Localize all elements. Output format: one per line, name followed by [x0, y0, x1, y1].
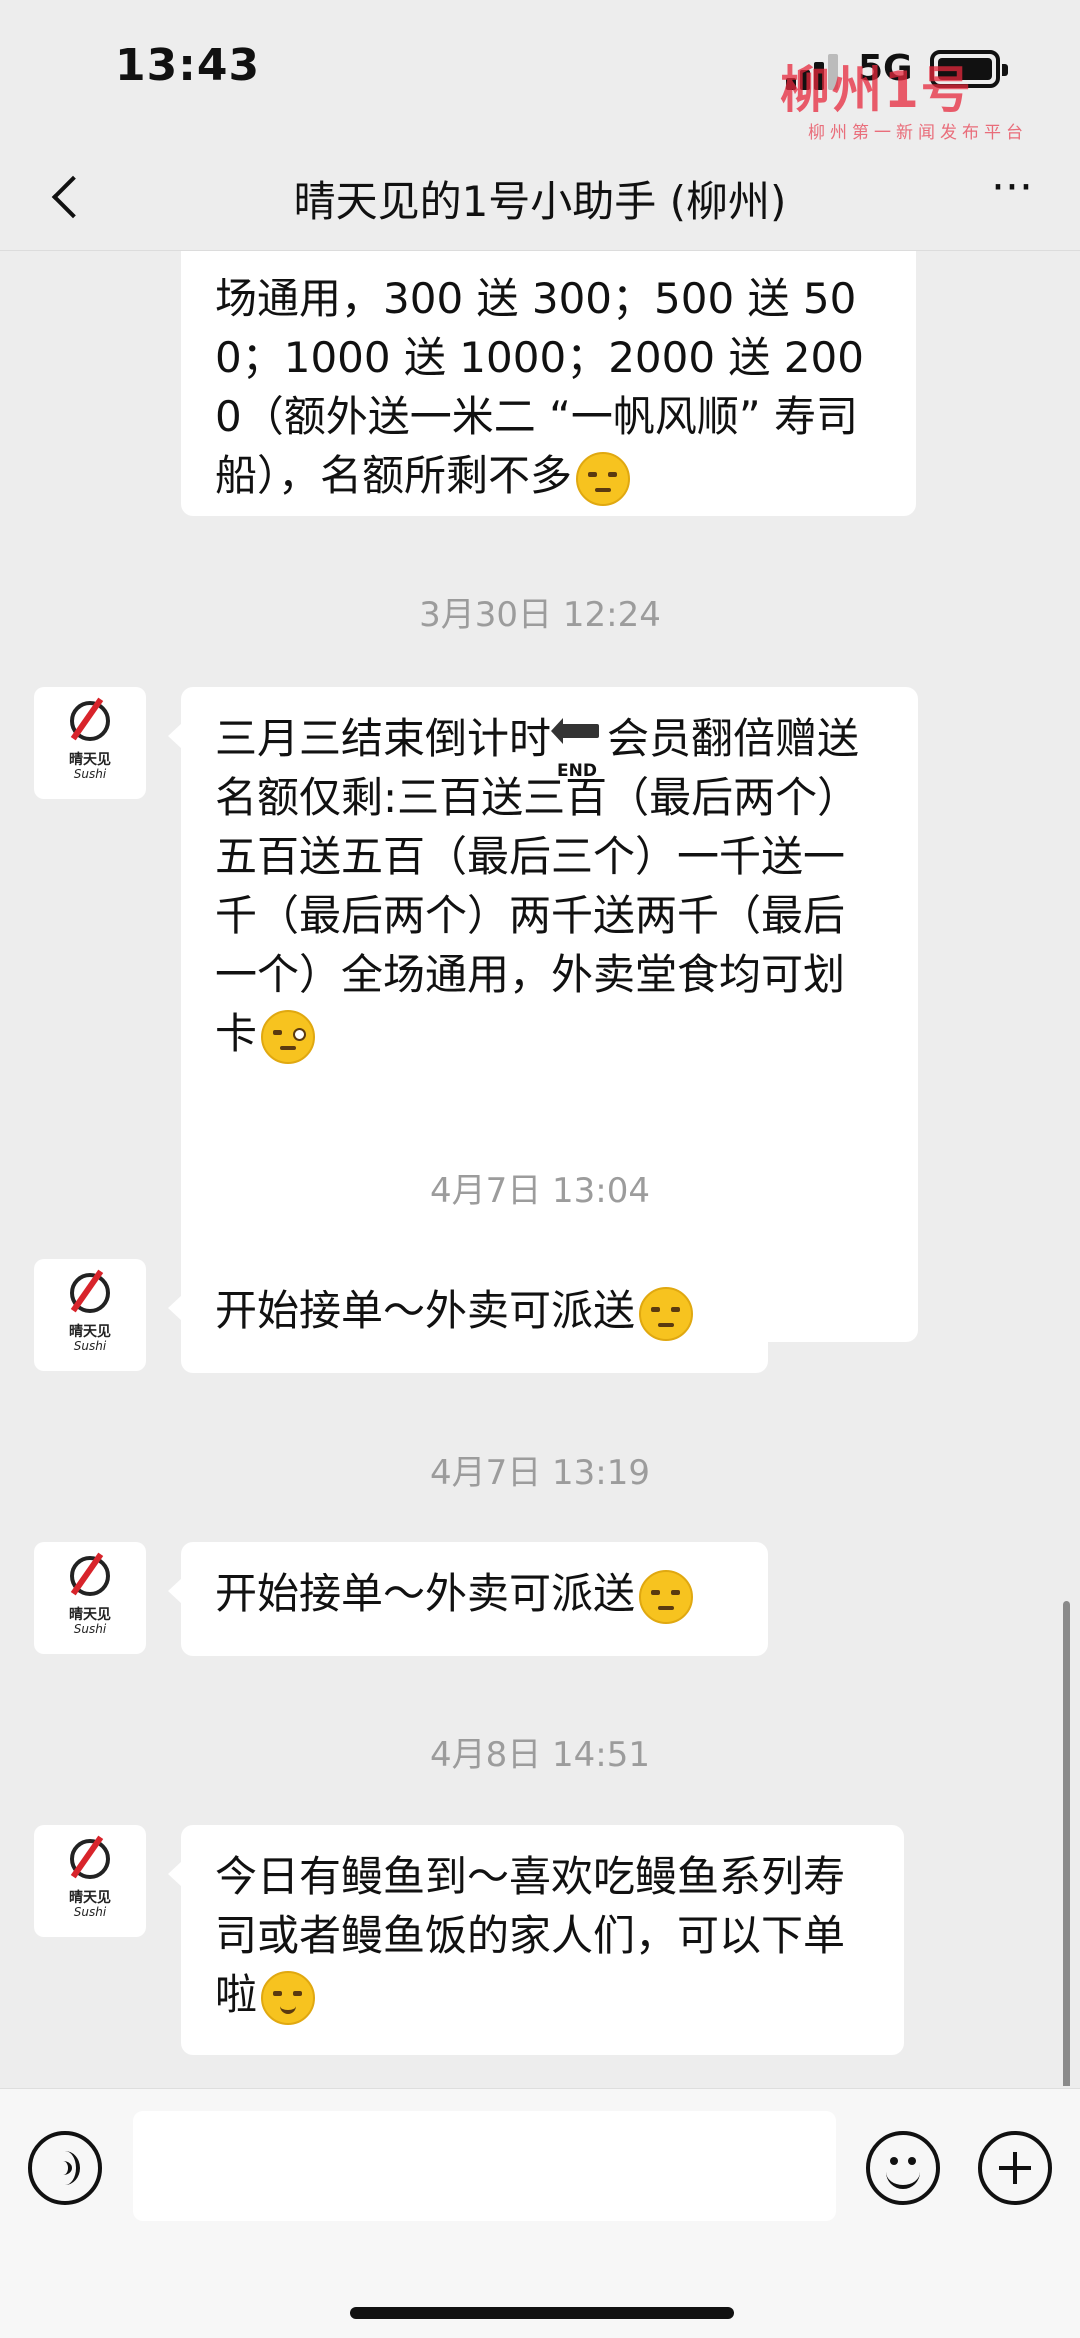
- scrollbar[interactable]: [1063, 1601, 1070, 2086]
- message-text-before: 三月三结束倒计时: [215, 714, 552, 763]
- message-input[interactable]: [133, 2111, 836, 2221]
- home-indicator[interactable]: [350, 2307, 734, 2319]
- message-bubble[interactable]: 开始接单～外卖可派送: [168, 1542, 768, 1656]
- message-bubble[interactable]: 三月三结束倒计时 END 会员翻倍赠送名额仅剩:三百送三百（最后两个）五百送五百（最…: [168, 687, 918, 1342]
- message-timestamp: 3月30日 12:24: [419, 595, 661, 635]
- chat-header: 晴天见的1号小助手 (柳州) ···: [0, 140, 1080, 251]
- more-button[interactable]: ···: [972, 166, 1052, 220]
- end-arrow-icon: END: [551, 717, 603, 781]
- message-text: 开始接单～外卖可派送: [215, 1569, 636, 1618]
- message-bubble[interactable]: 场通用，300 送 300；500 送 500；1000 送 1000；2000…: [181, 251, 916, 516]
- message-timestamp: 4月7日 13:04: [429, 1171, 651, 1211]
- smile-emoji-icon: [261, 1970, 316, 2025]
- smirk-emoji-icon: [639, 1569, 694, 1624]
- avatar-name-cn: 晴天见: [69, 1607, 111, 1623]
- status-time: 13:43: [115, 40, 261, 91]
- message-text: 开始接单～外卖可派送: [215, 1286, 636, 1335]
- signal-icon: [786, 52, 842, 90]
- end-icon-label: END: [557, 760, 597, 781]
- message-timestamp: 4月8日 14:51: [429, 1735, 651, 1775]
- emoji-button[interactable]: [866, 2131, 940, 2205]
- message-text: 场通用，300 送 300；500 送 500；1000 送 1000；2000…: [215, 274, 864, 500]
- message-timestamp: 4月7日 13:19: [429, 1453, 651, 1493]
- input-bar: [0, 2088, 1080, 2338]
- smirk-emoji-icon: [576, 451, 631, 506]
- avatar-name-cn: 晴天见: [69, 1324, 111, 1340]
- message-bubble[interactable]: 今日有鳗鱼到～喜欢吃鳗鱼系列寿司或者鳗鱼饭的家人们，可以下单啦: [168, 1825, 904, 2055]
- message-bubble[interactable]: 开始接单～外卖可派送: [168, 1259, 768, 1373]
- status-bar: 13:43 5G: [0, 0, 1080, 140]
- avatar-name-en: Sushi: [73, 1622, 107, 1636]
- wink-emoji-icon: [261, 1009, 316, 1064]
- avatar-name-en: Sushi: [73, 1339, 107, 1353]
- avatar[interactable]: 晴天见 Sushi: [34, 1825, 146, 1937]
- plus-button[interactable]: [978, 2131, 1052, 2205]
- avatar-name-cn: 晴天见: [69, 1890, 111, 1906]
- message-list[interactable]: 场通用，300 送 300；500 送 500；1000 送 1000；2000…: [0, 251, 1080, 2086]
- chat-title: 晴天见的1号小助手 (柳州): [293, 177, 787, 226]
- battery-icon: [930, 50, 1008, 88]
- voice-input-button[interactable]: [28, 2131, 102, 2205]
- smiley-icon: [890, 2157, 898, 2165]
- avatar[interactable]: 晴天见 Sushi: [34, 687, 146, 799]
- avatar-name-cn: 晴天见: [69, 752, 111, 768]
- avatar[interactable]: 晴天见 Sushi: [34, 1542, 146, 1654]
- message-text-after: 会员翻倍赠送名额仅剩:三百送三百（最后两个）五百送五百（最后三个）一千送一千（最…: [215, 714, 860, 1058]
- network-type: 5G: [858, 48, 913, 89]
- sushi-logo-icon: [70, 1273, 110, 1313]
- avatar-name-en: Sushi: [73, 767, 107, 781]
- smirk-emoji-icon: [639, 1286, 694, 1341]
- avatar-name-en: Sushi: [73, 1905, 107, 1919]
- sushi-logo-icon: [70, 1839, 110, 1879]
- sushi-logo-icon: [70, 1556, 110, 1596]
- sushi-logo-icon: [70, 701, 110, 741]
- avatar[interactable]: 晴天见 Sushi: [34, 1259, 146, 1371]
